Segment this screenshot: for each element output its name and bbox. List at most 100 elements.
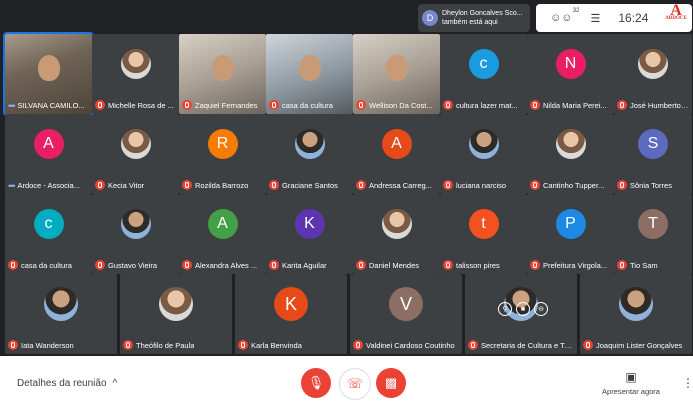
avatar: A <box>33 129 64 160</box>
meeting-details-button[interactable]: Detalhes da reunião ^ <box>17 378 117 389</box>
participant-tile[interactable]: Joaquim Lister Gonçalves <box>580 274 692 354</box>
participant-name: Karla Benvinda <box>251 340 302 350</box>
participant-tile[interactable]: Graciane Santos <box>266 114 353 194</box>
more-icon[interactable]: ⊖ <box>534 302 548 316</box>
participant-name: Daniel Mendes <box>369 260 420 270</box>
participant-tile[interactable]: Gustavo Vieira <box>92 194 179 274</box>
participant-tile[interactable]: A Alexandra Alves ... <box>179 194 266 274</box>
participant-name: Kecia Vitor <box>108 180 145 190</box>
mic-off-icon <box>8 340 18 350</box>
participant-tile[interactable]: Kecia Vitor <box>92 114 179 194</box>
participant-tile[interactable]: casa da cultura <box>266 34 353 114</box>
mic-off-icon <box>269 180 279 190</box>
avatar: R <box>207 129 238 160</box>
present-now-button[interactable]: ▣ Apresentar agora <box>598 370 664 396</box>
mute-icon[interactable]: ■ <box>516 302 530 316</box>
leave-call-button[interactable]: ☏ <box>339 368 371 400</box>
participant-tile[interactable]: S Sônia Torres <box>614 114 692 194</box>
participant-photo <box>120 209 151 240</box>
participant-name: Wellison Da Cost... <box>369 100 433 110</box>
pin-icon[interactable]: ⚲ <box>498 302 512 316</box>
participant-name: Prefeitura Virgola... <box>543 260 608 270</box>
mic-off-icon <box>8 260 18 270</box>
participant-tile[interactable]: R Rozilda Barrozo <box>179 114 266 194</box>
mic-off-icon <box>238 340 248 350</box>
avatar: c <box>468 49 499 80</box>
mic-off-icon <box>468 340 478 350</box>
participant-tile[interactable]: Michelle Rosa de ... <box>92 34 179 114</box>
camera-toggle-button[interactable]: ▩ <box>376 368 406 398</box>
mic-toggle-button[interactable]: 🎙 <box>301 368 331 398</box>
participant-photo <box>120 129 151 160</box>
clock: 16:24 <box>618 11 649 25</box>
chat-icon[interactable]: ☰ <box>590 12 600 25</box>
participant-photo <box>555 129 586 160</box>
more-options-icon[interactable]: ⋮ <box>682 376 693 390</box>
tile-hover-controls: ⚲ ■ ⊖ <box>498 302 548 316</box>
participant-tile[interactable]: K Karla Benvinda <box>235 274 347 354</box>
participant-photo <box>44 287 78 322</box>
participant-tile[interactable]: ••• SILVANA CAMILO... <box>3 32 94 116</box>
participant-tile[interactable]: Cantinho Tupper... <box>527 114 614 194</box>
mic-off-icon: 🎙 <box>307 375 325 390</box>
mic-off-icon <box>353 340 363 350</box>
participant-photo <box>468 129 499 160</box>
mic-off-icon <box>530 180 540 190</box>
mic-off-icon <box>443 260 453 270</box>
participant-grid: ••• SILVANA CAMILO... Michelle Rosa de ..… <box>3 32 692 354</box>
avatar: P <box>555 209 586 240</box>
participant-name: Tio Sam <box>630 260 658 270</box>
participant-name: Cantinho Tupper... <box>543 180 605 190</box>
participant-tile[interactable]: c cultura lazer mat... <box>440 34 527 114</box>
mic-off-icon <box>182 100 192 110</box>
people-icon[interactable]: ☺☺ 32 <box>550 8 579 24</box>
participant-name: Secretaria de Cultura e Tur... <box>481 340 575 350</box>
ardoce-logo: A ARDOCE <box>665 2 687 21</box>
participant-video <box>37 54 60 81</box>
participant-tile[interactable]: Daniel Mendes <box>353 194 440 274</box>
hangup-icon: ☏ <box>346 376 364 391</box>
mic-off-icon <box>182 180 192 190</box>
participant-tile[interactable]: Iata Wanderson <box>5 274 117 354</box>
participant-name: Zaquiel Fernandes <box>195 100 258 110</box>
mic-off-icon <box>617 260 627 270</box>
participant-video <box>385 54 408 81</box>
participant-tile[interactable]: A ••• Ardoce - Associa... <box>5 114 92 194</box>
participant-video <box>298 54 321 81</box>
participant-name: Alexandra Alves ... <box>195 260 258 270</box>
participant-tile[interactable]: P Prefeitura Virgola... <box>527 194 614 274</box>
participant-name: Nilda Maria Perei... <box>543 100 607 110</box>
notification-message: também está aqui <box>442 19 498 26</box>
participant-tile[interactable]: T Tio Sam <box>614 194 692 274</box>
participant-name: Theófilo de Paula <box>136 340 195 350</box>
participant-tile[interactable]: N Nilda Maria Perei... <box>527 34 614 114</box>
mic-off-icon <box>356 180 366 190</box>
participant-tile[interactable]: V Valdinei Cardoso Coutinho <box>350 274 462 354</box>
avatar: c <box>33 209 64 240</box>
participant-tile[interactable]: K Karita Aguilar <box>266 194 353 274</box>
participant-tile[interactable]: Zaquiel Fernandes <box>179 34 266 114</box>
participant-tile[interactable]: t talisson pires <box>440 194 527 274</box>
mic-off-icon <box>182 260 192 270</box>
participant-tile[interactable]: luciana narciso <box>440 114 527 194</box>
participant-name: casa da cultura <box>21 260 72 270</box>
participant-name: talisson pires <box>456 260 500 270</box>
participants-count: 32 <box>572 8 580 14</box>
camera-off-icon: ▩ <box>384 375 398 390</box>
mic-off-icon <box>617 180 627 190</box>
mic-off-icon <box>269 260 279 270</box>
avatar: T <box>638 209 668 240</box>
participant-tile[interactable]: Theófilo de Paula <box>120 274 232 354</box>
participant-name: Sônia Torres <box>630 180 672 190</box>
avatar: D <box>422 10 438 26</box>
participant-tile[interactable]: José Humberto F... <box>614 34 692 114</box>
mic-off-icon <box>443 100 453 110</box>
participant-tile[interactable]: c casa da cultura <box>5 194 92 274</box>
mic-off-icon <box>95 180 105 190</box>
participant-name: SILVANA CAMILO... <box>17 101 85 110</box>
participant-name: cultura lazer mat... <box>456 100 518 110</box>
participant-name: casa da cultura <box>282 100 333 110</box>
participant-tile[interactable]: Wellison Da Cost... <box>353 34 440 114</box>
mic-off-icon <box>269 100 279 110</box>
participant-tile[interactable]: A Andressa Carreg... <box>353 114 440 194</box>
